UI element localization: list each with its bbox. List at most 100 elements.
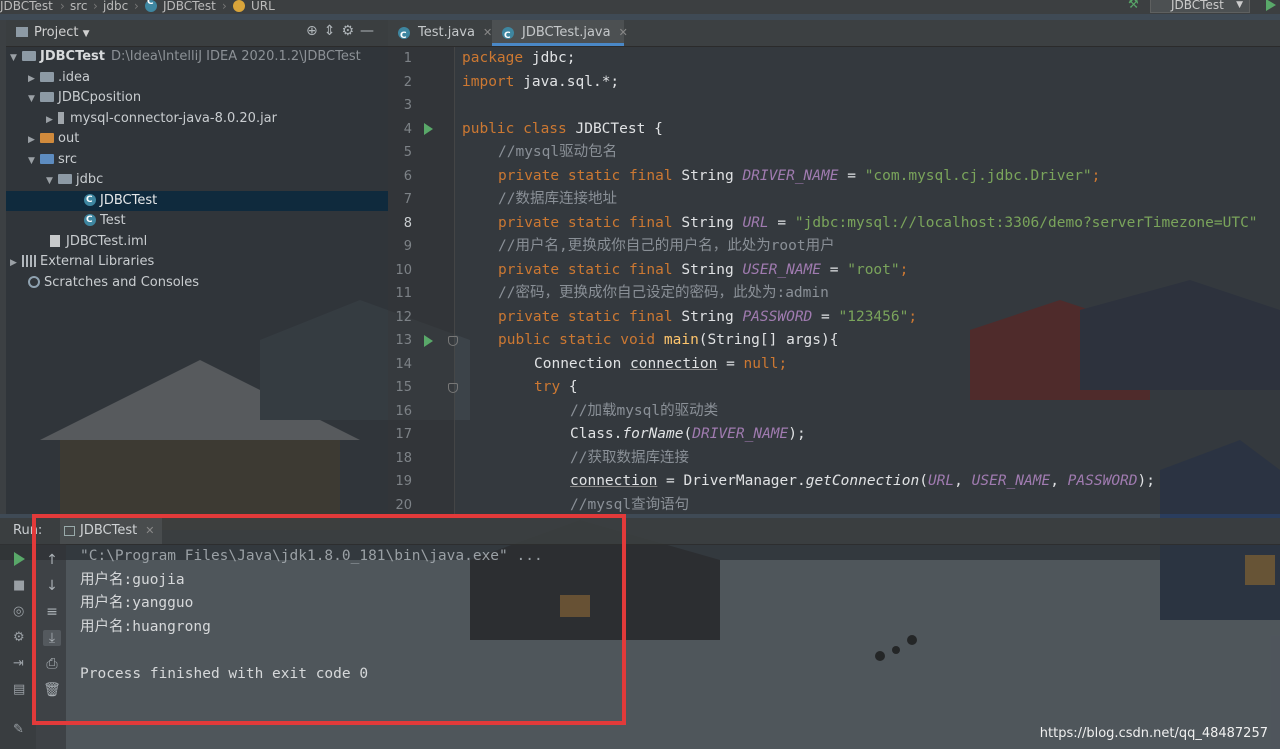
close-icon[interactable]: ✕ <box>619 26 628 39</box>
class-icon <box>84 210 96 230</box>
line-number-current: 8 <box>403 215 412 231</box>
tree-item-iml[interactable]: JDBCTest.iml <box>50 232 147 252</box>
expand-arrow-icon[interactable]: ▼ <box>46 171 58 191</box>
line-number: 7 <box>403 192 412 207</box>
code-line-4: public class JDBCTest { <box>462 120 663 137</box>
run-main-icon[interactable] <box>424 335 433 347</box>
tree-item-label: External Libraries <box>40 254 155 269</box>
chevron-down-icon: ▼ <box>1236 0 1243 10</box>
stop-icon[interactable]: ■ <box>13 578 25 593</box>
line-number: 5 <box>403 145 412 160</box>
exit-icon[interactable]: ⇥ <box>13 656 24 671</box>
breadcrumb-separator: › <box>222 0 227 13</box>
tree-item-jar[interactable]: ▶ mysql-connector-java-8.0.20.jar <box>46 109 277 129</box>
line-number: 11 <box>395 286 412 301</box>
breadcrumb-field[interactable]: URL <box>251 0 275 12</box>
line-number: 6 <box>403 168 412 184</box>
locate-icon[interactable]: ⊕ <box>306 23 324 39</box>
tree-item-module[interactable]: ▼ JDBCTest D:\Idea\IntelliJ IDEA 2020.1.2\… <box>10 47 361 67</box>
breadcrumb-separator: › <box>93 0 98 13</box>
breadcrumb-jdbc[interactable]: jdbc <box>103 0 128 12</box>
tree-item-label: jdbc <box>76 172 104 187</box>
line-number: 2 <box>403 74 412 90</box>
fold-marker-icon[interactable] <box>448 383 458 393</box>
source-folder-icon <box>40 154 54 164</box>
folder-icon <box>40 72 54 82</box>
code-line-11: //密码，更换成你自己设定的密码，此处为:admin <box>498 285 829 301</box>
fold-marker-icon[interactable] <box>448 336 458 346</box>
layout-icon[interactable]: ▤ <box>13 682 25 697</box>
project-panel-header: Project ▼ ⊕⇕⚙— <box>6 20 388 47</box>
code-line-7: //数据库连接地址 <box>498 191 617 207</box>
run-configuration-select[interactable]: JDBCTest ▼ <box>1150 0 1250 13</box>
tree-item-jdbcposition[interactable]: ▼ JDBCposition <box>28 88 141 108</box>
hide-icon[interactable]: — <box>360 23 380 39</box>
code-line-1: package jdbc; <box>462 50 576 66</box>
line-number: 9 <box>403 239 412 254</box>
project-panel-title: Project <box>34 25 79 40</box>
tree-item-jdbctest-class[interactable]: JDBCTest <box>6 190 388 211</box>
tab-test-java[interactable]: Test.java ✕ <box>388 20 492 49</box>
line-number: 1 <box>403 51 412 66</box>
settings-icon[interactable]: ⚙ <box>13 630 25 645</box>
tree-item-out[interactable]: ▶ out <box>28 129 79 149</box>
tree-item-label: JDBCposition <box>58 90 142 105</box>
code-line-15: try { <box>534 379 578 395</box>
module-folder-icon <box>22 51 36 61</box>
project-view-selector[interactable]: Project ▼ <box>16 25 90 40</box>
libraries-icon <box>22 255 36 267</box>
breadcrumb-class[interactable]: JDBCTest <box>163 0 216 12</box>
run-icon[interactable] <box>1266 0 1276 11</box>
camera-icon[interactable]: ◎ <box>13 604 24 619</box>
run-configuration-label: JDBCTest <box>1171 0 1224 12</box>
tree-item-label: out <box>58 131 80 146</box>
tree-item-label: JDBCTest <box>100 193 158 208</box>
gear-icon[interactable]: ⚙ <box>341 23 360 39</box>
collapse-arrow-icon[interactable]: ▶ <box>10 253 22 273</box>
expand-arrow-icon[interactable]: ▼ <box>10 48 22 68</box>
tree-item-external-libraries[interactable]: ▶ External Libraries <box>10 252 154 272</box>
code-line-17: Class.forName(DRIVER_NAME); <box>570 426 806 442</box>
project-panel-tools: ⊕⇕⚙— <box>306 23 380 39</box>
code-line-19: connection = DriverManager.getConnection… <box>570 473 1155 489</box>
build-hammer-icon[interactable]: ⚒ <box>1128 0 1140 10</box>
tree-item-label: JDBCTest <box>40 49 105 64</box>
run-class-icon[interactable] <box>424 123 433 135</box>
excluded-folder-icon <box>40 133 54 143</box>
close-icon[interactable]: ✕ <box>483 26 492 39</box>
tree-item-idea[interactable]: ▶ .idea <box>28 68 90 88</box>
pin-icon[interactable]: ✎ <box>13 722 24 737</box>
breadcrumb-src[interactable]: src <box>70 0 88 12</box>
tree-item-src[interactable]: ▼ src <box>28 150 77 170</box>
tab-jdbctest-java[interactable]: JDBCTest.java ✕ <box>492 20 628 49</box>
tree-item-label: .idea <box>58 70 90 85</box>
code-line-12: private static final String PASSWORD = "… <box>498 308 918 325</box>
rerun-icon[interactable] <box>14 552 25 566</box>
code-line-13: public static void main(String[] args){ <box>498 332 839 348</box>
run-toolbar <box>0 544 36 749</box>
line-number: 18 <box>395 450 412 466</box>
breadcrumb-project[interactable]: JDBCTest <box>0 0 53 12</box>
expand-arrow-icon[interactable]: ▼ <box>28 151 40 171</box>
tree-item-test-class[interactable]: Test <box>84 210 126 231</box>
watermark: https://blog.csdn.net/qq_48487257 <box>1039 726 1268 741</box>
breadcrumb-separator: › <box>60 0 65 13</box>
tree-item-label: Scratches and Consoles <box>44 275 200 290</box>
line-number: 14 <box>395 356 412 372</box>
line-number: 4 <box>403 121 412 137</box>
class-icon <box>84 190 96 210</box>
collapse-arrow-icon[interactable]: ▶ <box>28 69 40 89</box>
collapse-arrow-icon[interactable]: ▶ <box>28 130 40 150</box>
line-number: 13 <box>395 333 412 348</box>
class-icon <box>398 23 410 49</box>
expand-arrow-icon[interactable]: ▼ <box>28 89 40 109</box>
jar-icon <box>58 112 64 124</box>
tab-label: Test.java <box>418 25 475 40</box>
folder-icon <box>16 27 28 37</box>
collapse-arrow-icon[interactable]: ▶ <box>46 110 58 130</box>
collapse-all-icon[interactable]: ⇕ <box>324 23 342 39</box>
code-line-9: //用户名,更换成你自己的用户名，此处为root用户 <box>498 238 835 254</box>
tree-item-scratches[interactable]: Scratches and Consoles <box>28 273 199 293</box>
class-icon <box>502 23 514 49</box>
tree-item-jdbc-package[interactable]: ▼ jdbc <box>46 170 103 190</box>
